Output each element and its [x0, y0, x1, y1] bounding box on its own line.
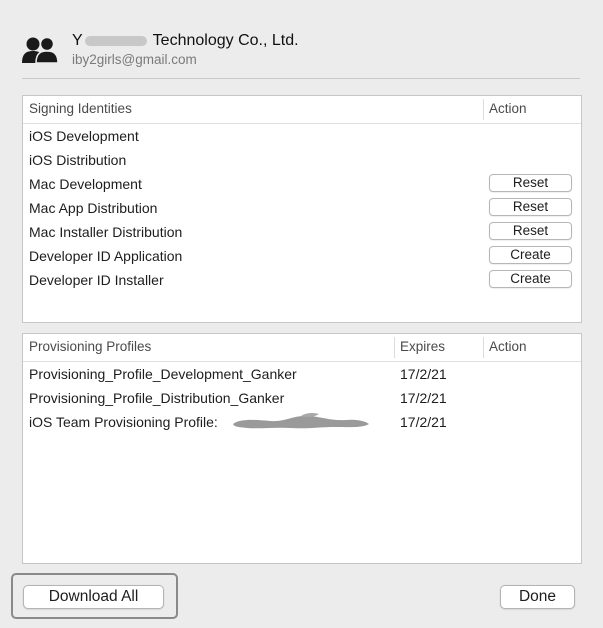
provisioning-profiles-header: Provisioning Profiles Expires Action: [23, 334, 581, 362]
reset-button[interactable]: Reset: [489, 222, 572, 240]
redacted-bundle-id: [233, 412, 369, 429]
table-row[interactable]: iOS Distribution: [23, 148, 581, 172]
team-name: Y Technology Co., Ltd.: [72, 32, 299, 50]
redacted-team-name: [84, 35, 147, 46]
identity-name: Developer ID Application: [29, 248, 183, 264]
signing-identities-table: Signing Identities Action iOS Developmen…: [22, 95, 582, 323]
profile-name: Provisioning_Profile_Development_Ganker: [29, 366, 297, 382]
download-all-button[interactable]: Download All: [23, 585, 164, 609]
table-row[interactable]: iOS Team Provisioning Profile: 17/2/21: [23, 410, 581, 434]
done-button[interactable]: Done: [500, 585, 575, 609]
provisioning-profiles-table: Provisioning Profiles Expires Action Pro…: [22, 333, 582, 564]
identity-name: iOS Development: [29, 128, 139, 144]
table-row[interactable]: Provisioning_Profile_Distribution_Ganker…: [23, 386, 581, 410]
identity-name: Mac Installer Distribution: [29, 224, 183, 240]
table-row[interactable]: Mac Installer Distribution Reset: [23, 220, 581, 244]
team-name-suffix: Technology Co., Ltd.: [152, 32, 299, 49]
column-header-action[interactable]: Action: [489, 101, 527, 116]
column-header-signing-identities[interactable]: Signing Identities: [29, 101, 132, 116]
signing-identities-rows: iOS Development iOS Distribution Mac Dev…: [23, 124, 581, 292]
accounts-detail-sheet: Y Technology Co., Ltd. iby2girls@gmail.co…: [0, 0, 603, 628]
column-header-action[interactable]: Action: [489, 339, 527, 354]
team-members-icon: [22, 36, 59, 64]
profile-name: iOS Team Provisioning Profile:: [29, 414, 218, 430]
identity-name: Mac Development: [29, 176, 142, 192]
table-row[interactable]: Developer ID Installer Create: [23, 268, 581, 292]
table-row[interactable]: Mac Development Reset: [23, 172, 581, 196]
column-header-provisioning-profiles[interactable]: Provisioning Profiles: [29, 339, 151, 354]
team-name-prefix: Y: [72, 32, 83, 49]
table-row[interactable]: Developer ID Application Create: [23, 244, 581, 268]
profile-expires: 17/2/21: [400, 414, 447, 430]
identity-name: iOS Distribution: [29, 152, 127, 168]
profile-expires: 17/2/21: [400, 366, 447, 382]
signing-identities-header: Signing Identities Action: [23, 96, 581, 124]
column-separator: [394, 337, 395, 358]
create-button[interactable]: Create: [489, 246, 572, 264]
profile-name: Provisioning_Profile_Distribution_Ganker: [29, 390, 285, 406]
identity-name: Mac App Distribution: [29, 200, 158, 216]
column-separator: [483, 99, 484, 120]
reset-button[interactable]: Reset: [489, 174, 572, 192]
create-button[interactable]: Create: [489, 270, 572, 288]
profile-expires: 17/2/21: [400, 390, 447, 406]
column-separator: [483, 337, 484, 358]
reset-button[interactable]: Reset: [489, 198, 572, 216]
column-header-expires[interactable]: Expires: [400, 339, 445, 354]
table-row[interactable]: Mac App Distribution Reset: [23, 196, 581, 220]
provisioning-profiles-rows: Provisioning_Profile_Development_Ganker …: [23, 362, 581, 434]
account-header: Y Technology Co., Ltd. iby2girls@gmail.co…: [22, 30, 582, 70]
account-email: iby2girls@gmail.com: [72, 52, 197, 67]
identity-name: Developer ID Installer: [29, 272, 164, 288]
table-row[interactable]: iOS Development: [23, 124, 581, 148]
header-divider: [22, 78, 580, 79]
table-row[interactable]: Provisioning_Profile_Development_Ganker …: [23, 362, 581, 386]
